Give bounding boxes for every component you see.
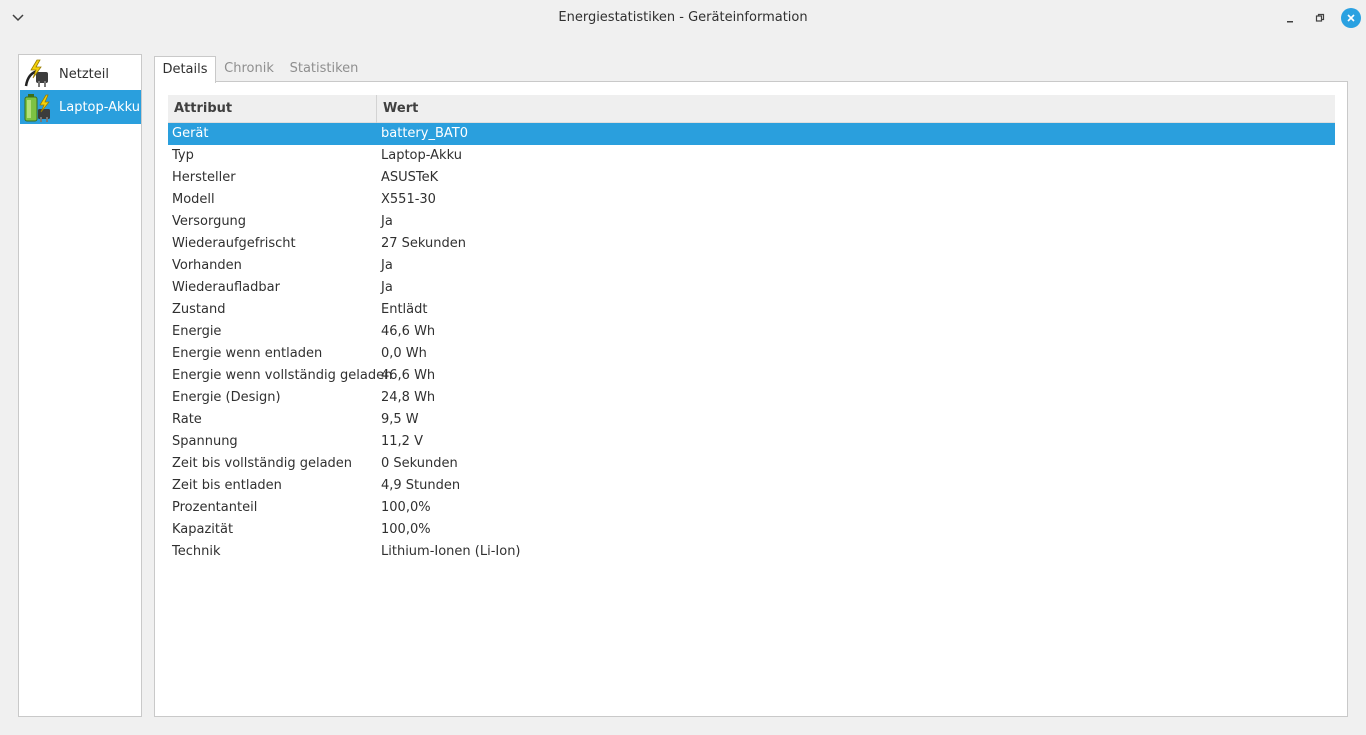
table-row[interactable]: Technik Lithium-Ionen (Li-Ion): [168, 541, 1335, 563]
details-table: Attribut Wert Gerät battery_BAT0 Typ Laptop…: [168, 95, 1335, 563]
power-supply-icon: [20, 57, 54, 91]
cell-attribut: Wiederaufladbar: [172, 280, 280, 295]
cell-wert: 11,2 V: [381, 434, 423, 449]
cell-attribut: Prozentanteil: [172, 500, 258, 515]
tab-statistiken[interactable]: Statistiken: [286, 56, 362, 82]
table-row[interactable]: Zeit bis vollständig geladen 0 Sekunden: [168, 453, 1335, 475]
cell-attribut: Energie wenn entladen: [172, 346, 323, 361]
cell-wert: Ja: [381, 214, 393, 229]
cell-wert: Ja: [381, 258, 393, 273]
column-header-wert[interactable]: Wert: [383, 95, 418, 123]
table-row[interactable]: Energie wenn vollständig geladen 46,6 Wh: [168, 365, 1335, 387]
cell-wert: 46,6 Wh: [381, 368, 436, 383]
cell-wert: 4,9 Stunden: [381, 478, 461, 493]
cell-wert: 46,6 Wh: [381, 324, 436, 339]
table-row[interactable]: Prozentanteil 100,0%: [168, 497, 1335, 519]
cell-attribut: Gerät: [172, 126, 209, 141]
table-row[interactable]: Energie wenn entladen 0,0 Wh: [168, 343, 1335, 365]
cell-attribut: Rate: [172, 412, 202, 427]
cell-wert: 24,8 Wh: [381, 390, 436, 405]
cell-wert: Ja: [381, 280, 393, 295]
table-row[interactable]: Energie (Design) 24,8 Wh: [168, 387, 1335, 409]
cell-wert: Entlädt: [381, 302, 428, 317]
title-bar: Energiestatistiken - Geräteinformation: [0, 0, 1366, 36]
cell-attribut: Wiederaufgefrischt: [172, 236, 296, 251]
cell-wert: 100,0%: [381, 522, 431, 537]
cell-attribut: Hersteller: [172, 170, 236, 185]
cell-wert: Laptop-Akku: [381, 148, 462, 163]
cell-wert: X551-30: [381, 192, 436, 207]
cell-attribut: Vorhanden: [172, 258, 242, 273]
table-body: Gerät battery_BAT0 Typ Laptop-Akku Herstelle…: [168, 123, 1335, 563]
table-row[interactable]: Energie 46,6 Wh: [168, 321, 1335, 343]
table-row[interactable]: Rate 9,5 W: [168, 409, 1335, 431]
sidebar-item-laptop-akku[interactable]: Laptop-Akku: [20, 90, 141, 124]
cell-wert: Lithium-Ionen (Li-Ion): [381, 544, 521, 559]
table-row[interactable]: Typ Laptop-Akku: [168, 145, 1335, 167]
table-header: Attribut Wert: [168, 95, 1335, 123]
table-row[interactable]: Wiederaufgefrischt 27 Sekunden: [168, 233, 1335, 255]
minimize-icon: [1287, 21, 1293, 23]
cell-wert: 0,0 Wh: [381, 346, 427, 361]
table-row[interactable]: Modell X551-30: [168, 189, 1335, 211]
window-title: Energiestatistiken - Geräteinformation: [558, 10, 808, 25]
cell-wert: 0 Sekunden: [381, 456, 458, 471]
minimize-button[interactable]: [1280, 0, 1300, 36]
cell-attribut: Kapazität: [172, 522, 234, 537]
battery-icon: [20, 90, 54, 124]
cell-wert: ASUSTeK: [381, 170, 439, 185]
cell-attribut: Spannung: [172, 434, 238, 449]
cell-attribut: Energie: [172, 324, 222, 339]
column-header-attribut[interactable]: Attribut: [174, 95, 232, 123]
tab-details[interactable]: Details: [154, 56, 216, 83]
cell-attribut: Technik: [172, 544, 221, 559]
table-row[interactable]: Versorgung Ja: [168, 211, 1335, 233]
sidebar-item-label: Netzteil: [59, 66, 109, 82]
cell-attribut: Versorgung: [172, 214, 247, 229]
table-row[interactable]: Wiederaufladbar Ja: [168, 277, 1335, 299]
table-row[interactable]: Zustand Entlädt: [168, 299, 1335, 321]
table-row[interactable]: Spannung 11,2 V: [168, 431, 1335, 453]
maximize-button[interactable]: [1310, 0, 1330, 36]
cell-attribut: Modell: [172, 192, 215, 207]
close-button[interactable]: [1340, 0, 1362, 36]
table-row[interactable]: Hersteller ASUSTeK: [168, 167, 1335, 189]
cell-attribut: Zeit bis entladen: [172, 478, 282, 493]
sidebar-item-label: Laptop-Akku: [59, 99, 140, 115]
column-divider[interactable]: [376, 95, 377, 123]
close-icon: [1341, 8, 1361, 28]
cell-wert: 100,0%: [381, 500, 431, 515]
device-list: Netzteil Laptop-Akku: [18, 54, 142, 717]
cell-attribut: Zustand: [172, 302, 226, 317]
tab-chronik[interactable]: Chronik: [220, 56, 278, 82]
cell-attribut: Typ: [172, 148, 194, 163]
cell-wert: 27 Sekunden: [381, 236, 467, 251]
sidebar-item-netzteil[interactable]: Netzteil: [20, 57, 141, 91]
table-row[interactable]: Kapazität 100,0%: [168, 519, 1335, 541]
cell-wert: battery_BAT0: [381, 126, 468, 141]
cell-attribut: Energie wenn vollständig geladen: [172, 368, 393, 383]
cell-wert: 9,5 W: [381, 412, 419, 427]
cell-attribut: Zeit bis vollständig geladen: [172, 456, 353, 471]
restore-icon: [1315, 13, 1325, 22]
details-panel: Attribut Wert Gerät battery_BAT0 Typ Laptop…: [154, 81, 1348, 717]
table-row[interactable]: Gerät battery_BAT0: [168, 123, 1335, 145]
cell-attribut: Energie (Design): [172, 390, 281, 405]
table-row[interactable]: Zeit bis entladen 4,9 Stunden: [168, 475, 1335, 497]
table-row[interactable]: Vorhanden Ja: [168, 255, 1335, 277]
